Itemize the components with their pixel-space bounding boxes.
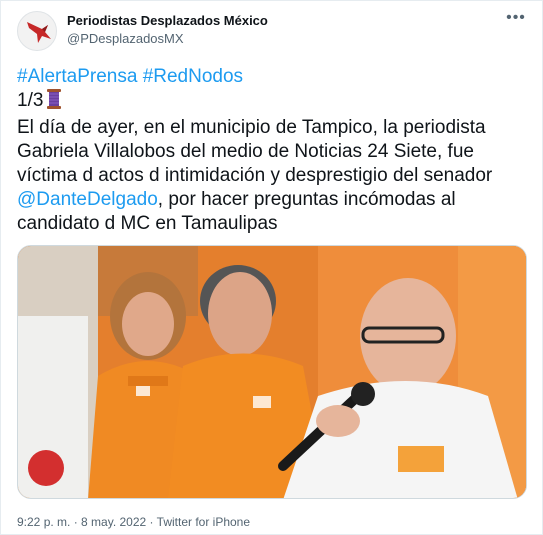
tweet-time[interactable]: 9:22 p. m. (17, 515, 70, 529)
text-line-2: Gabriela Villalobos del medio de Noticia… (17, 141, 474, 162)
press-conference-photo (18, 246, 526, 498)
avatar[interactable] (17, 11, 57, 51)
text-line-4: @DanteDelgado, por hacer preguntas incóm… (17, 188, 529, 212)
tweet-text: #AlertaPrensa #RedNodos 1/3 El día de ay… (17, 65, 529, 236)
text-line-1: El día de ayer, en el municipio de Tampi… (17, 117, 486, 138)
footer-separator-1: · (70, 515, 82, 529)
account-name[interactable]: Periodistas Desplazados México (67, 13, 268, 28)
text-line-3: víctima d actos d intimidación y despres… (17, 165, 493, 186)
more-dots-icon[interactable]: ••• (506, 10, 526, 31)
hashtag-alertaprensa[interactable]: #AlertaPrensa (17, 66, 137, 87)
account-handle[interactable]: @PDesplazadosMX (67, 31, 184, 46)
tweet-footer: 9:22 p. m. · 8 may. 2022 · Twitter for i… (17, 515, 250, 529)
tweet-date[interactable]: 8 may. 2022 (81, 515, 146, 529)
tweet-header: Periodistas Desplazados México @PDesplaz… (17, 9, 526, 53)
mention-dantedelgado[interactable]: @DanteDelgado (17, 189, 158, 210)
footer-separator-2: · (146, 515, 157, 529)
tweet-photo[interactable] (17, 245, 527, 499)
text-line-5: candidato d MC en Tamaulipas (17, 213, 278, 234)
red-bird-logo-icon (27, 22, 51, 43)
hashtag-rednodos[interactable]: #RedNodos (143, 66, 243, 87)
hashtag-line: #AlertaPrensa #RedNodos (17, 65, 529, 89)
tweet-source[interactable]: Twitter for iPhone (157, 515, 250, 529)
spool-of-thread-icon (45, 89, 63, 116)
thread-counter: 1/3 (17, 90, 44, 111)
tweet-card: Periodistas Desplazados México @PDesplaz… (0, 0, 543, 535)
thread-counter-line: 1/3 (17, 89, 529, 116)
text-line-4-rest: , por hacer preguntas incómodas al (157, 189, 456, 210)
